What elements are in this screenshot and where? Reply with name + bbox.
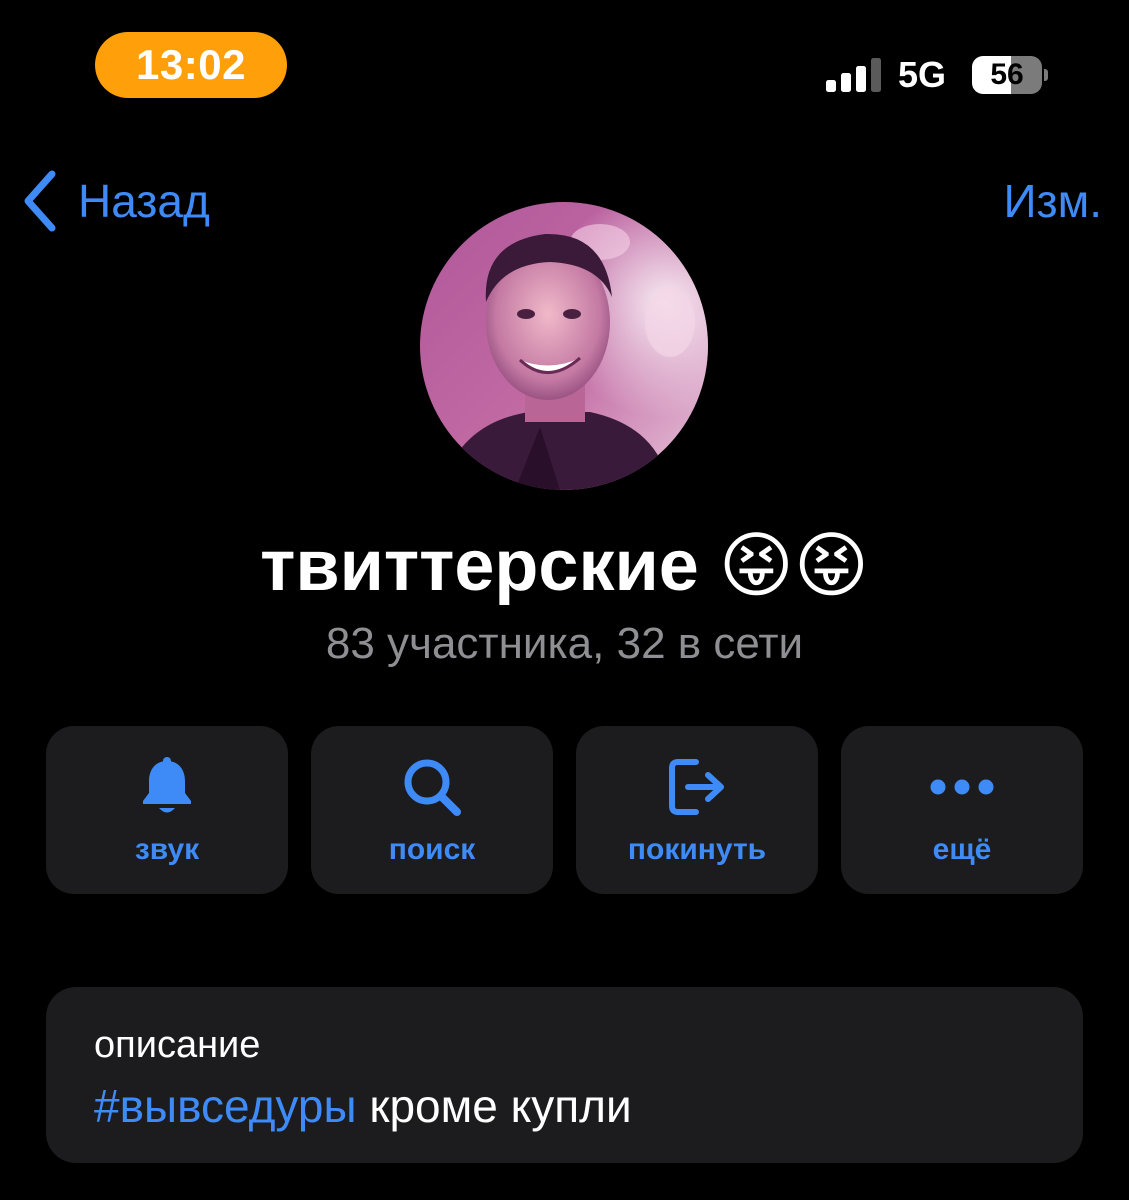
search-icon [404, 759, 461, 816]
description-card: описание #вывседуры кроме купли [46, 987, 1083, 1163]
network-type: 5G [898, 54, 947, 95]
leave-label: покинуть [627, 833, 767, 866]
group-avatar[interactable] [420, 202, 708, 490]
description-text: #вывседуры кроме купли [94, 1077, 632, 1135]
avatar-photo [420, 202, 708, 490]
leave-button[interactable]: покинуть [576, 726, 818, 894]
sound-button[interactable]: звук [46, 726, 288, 894]
bell-icon [143, 757, 191, 813]
back-button[interactable]: Назад [22, 168, 210, 234]
description-hashtag-link[interactable]: #вывседуры [94, 1080, 357, 1132]
battery-percentage: 56 [990, 58, 1024, 91]
back-label: Назад [78, 175, 210, 227]
battery-icon: 56 [972, 56, 1048, 94]
action-buttons-row: звук поиск покинуть ещё [46, 726, 1083, 894]
search-label: поиск [388, 833, 476, 866]
group-title: твиттерские 😝😝 [260, 526, 869, 606]
signal-strength-icon [826, 58, 881, 92]
group-member-count: 83 участника, 32 в сети [325, 619, 804, 668]
search-button[interactable]: поиск [311, 726, 553, 894]
edit-button[interactable]: Изм. [1003, 168, 1102, 234]
more-button[interactable]: ещё [841, 726, 1083, 894]
description-label: описание [94, 1024, 261, 1066]
sound-label: звук [134, 833, 200, 866]
status-time[interactable]: 13:02 [95, 32, 287, 98]
more-label: ещё [932, 833, 992, 866]
group-info-screen: 13:02 5G 56 Назад Изм. твиттерские 😝😝 83… [0, 0, 1129, 1200]
more-icon [930, 779, 994, 795]
chevron-left-icon [24, 170, 56, 232]
battery-cap [1044, 69, 1048, 81]
description-body: кроме купли [356, 1080, 632, 1132]
leave-icon [669, 759, 724, 815]
